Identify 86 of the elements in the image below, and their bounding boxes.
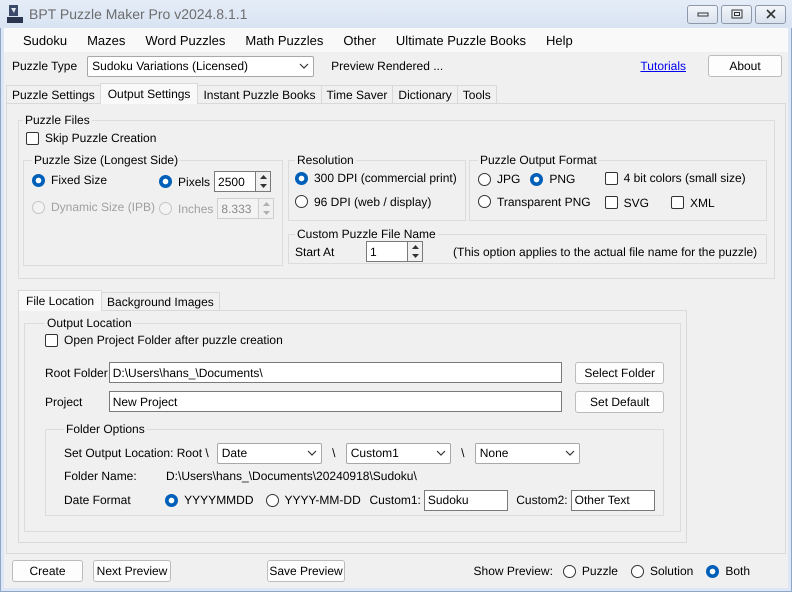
- group-title: Custom Puzzle File Name: [296, 227, 437, 241]
- radio-button[interactable]: Both: [706, 564, 750, 578]
- tutorials-link[interactable]: Tutorials: [640, 59, 686, 73]
- up-arrow-icon: [260, 174, 267, 179]
- up-arrow-icon: [262, 202, 270, 206]
- radio-button[interactable]: Transparent PNG: [478, 194, 591, 208]
- tab[interactable]: Puzzle Settings: [6, 85, 101, 103]
- minimize-button[interactable]: [687, 4, 718, 24]
- down-arrow-icon: [412, 254, 418, 258]
- menu-item[interactable]: Math Puzzles: [235, 30, 334, 50]
- tab[interactable]: Tools: [456, 85, 497, 103]
- close-button[interactable]: [755, 4, 786, 24]
- field-label: Date Format: [64, 493, 132, 507]
- radio-button[interactable]: Fixed Size: [32, 173, 108, 188]
- chevron-down-icon: [299, 63, 310, 69]
- group-title: Folder Options: [65, 422, 146, 436]
- note-text: (This option applies to the actual file name for the puzzle): [453, 244, 758, 258]
- menu-item[interactable]: Help: [536, 30, 583, 50]
- number-field[interactable]: 1: [366, 241, 408, 262]
- radio-button[interactable]: Pixels: [159, 174, 210, 188]
- folder-level-dropdown[interactable]: Custom1: [346, 442, 451, 464]
- down-arrow-icon: [262, 211, 270, 216]
- group-title: Puzzle Size (Longest Side): [33, 153, 180, 167]
- radio-button[interactable]: PNG: [530, 172, 576, 186]
- text-field[interactable]: Sudoku: [424, 490, 508, 510]
- radio-button[interactable]: Solution: [630, 564, 694, 578]
- separator-text: \: [332, 446, 336, 460]
- radio-button[interactable]: 96 DPI (web / display): [295, 194, 432, 208]
- action-button[interactable]: Create: [12, 560, 83, 582]
- radio-button[interactable]: JPG: [478, 172, 520, 186]
- text-field[interactable]: New Project: [108, 391, 562, 412]
- tab[interactable]: File Location: [18, 290, 102, 311]
- menu-item[interactable]: Other: [333, 30, 386, 50]
- app-logo-icon: [7, 5, 23, 23]
- field-label: Folder Name:: [64, 469, 138, 483]
- checkbox[interactable]: Open Project Folder after puzzle creation: [45, 333, 283, 347]
- down-arrow-icon: [260, 184, 267, 188]
- text-field[interactable]: Other Text: [570, 490, 655, 510]
- group-title: Puzzle Files: [24, 113, 91, 127]
- folder-path-text: D:\Users\hans_\Documents\20240918\Sudoku\: [166, 469, 417, 483]
- folder-level-dropdown[interactable]: None: [474, 442, 580, 464]
- field-label: Custom1:: [370, 493, 421, 507]
- group-title: Resolution: [296, 153, 355, 167]
- menu-item[interactable]: Mazes: [77, 30, 136, 50]
- group-title: Output Location: [46, 316, 133, 330]
- chevron-down-icon: [436, 450, 446, 456]
- checkbox[interactable]: XML: [670, 196, 715, 210]
- chevron-down-icon: [306, 450, 317, 456]
- field-label: Puzzle Type: [12, 59, 78, 73]
- radio-button[interactable]: YYYY-MM-DD: [266, 493, 361, 507]
- group-title: Puzzle Output Format: [479, 153, 598, 167]
- field-label: Project: [45, 394, 84, 408]
- tab[interactable]: Output Settings: [100, 83, 198, 104]
- set-default-button[interactable]: Set Default: [575, 390, 664, 412]
- up-arrow-icon: [412, 244, 418, 249]
- window-title: BPT Puzzle Maker Pro v2024.8.1.1: [29, 6, 248, 22]
- chevron-down-icon: [564, 450, 575, 456]
- checkbox[interactable]: Skip Puzzle Creation: [26, 131, 156, 145]
- checkbox[interactable]: SVG: [604, 196, 649, 210]
- menu-item[interactable]: Ultimate Puzzle Books: [386, 30, 536, 50]
- radio-button[interactable]: YYYYMMDD: [165, 493, 254, 507]
- field-label: Root Folder: [45, 366, 109, 380]
- status-text: Preview Rendered ...: [331, 59, 444, 73]
- checkbox[interactable]: 4 bit colors (small size): [604, 171, 746, 185]
- field-label: Show Preview:: [474, 564, 553, 578]
- select-folder-button[interactable]: Select Folder: [575, 362, 664, 384]
- menu-item[interactable]: Word Puzzles: [135, 30, 236, 50]
- tab[interactable]: Background Images: [101, 292, 220, 310]
- tab[interactable]: Dictionary: [392, 85, 458, 103]
- restore-icon: [730, 9, 742, 19]
- field-label: Set Output Location: Root \: [64, 446, 209, 460]
- action-button[interactable]: Save Preview: [267, 560, 345, 582]
- separator-text: \: [461, 446, 464, 460]
- field-label: Start At: [295, 244, 336, 258]
- text-field[interactable]: D:\Users\hans_\Documents\: [108, 362, 562, 383]
- radio-button[interactable]: 300 DPI (commercial print): [295, 171, 457, 185]
- about-button[interactable]: About: [708, 55, 782, 77]
- menu-item[interactable]: Sudoku: [13, 30, 78, 50]
- field-label: Custom2:: [516, 493, 568, 507]
- puzzle-type-dropdown[interactable]: Sudoku Variations (Licensed): [87, 56, 314, 76]
- radio-button[interactable]: Puzzle: [562, 564, 618, 578]
- folder-level-dropdown[interactable]: Date: [216, 442, 322, 464]
- number-field[interactable]: 2500: [214, 171, 256, 192]
- action-button[interactable]: Next Preview: [93, 560, 171, 582]
- maximize-button[interactable]: [721, 4, 752, 24]
- close-icon: [764, 9, 776, 19]
